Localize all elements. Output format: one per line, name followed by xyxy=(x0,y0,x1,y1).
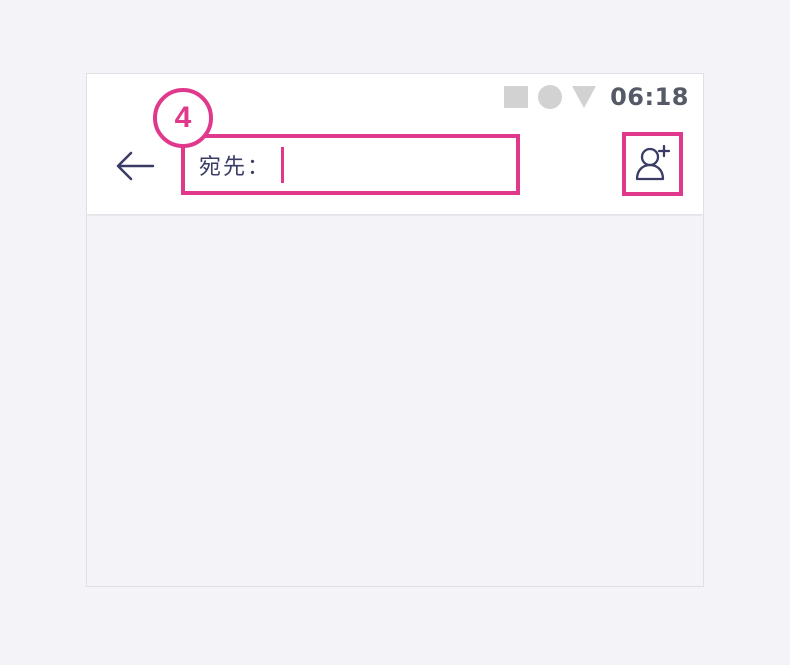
status-time: 06:18 xyxy=(610,83,689,111)
recipient-input[interactable] xyxy=(290,146,491,183)
arrow-left-icon xyxy=(116,151,155,181)
triangle-icon xyxy=(572,86,597,108)
recipient-field[interactable]: 宛先： xyxy=(181,134,520,195)
status-bar: 06:18 xyxy=(504,82,689,112)
circle-icon xyxy=(538,85,563,109)
message-list-area xyxy=(87,216,703,586)
phone-screen: 06:18 宛先： 4 xyxy=(86,73,704,587)
step-number-badge: 4 xyxy=(153,88,213,148)
recipient-label: 宛先： xyxy=(199,154,272,180)
square-icon xyxy=(504,86,529,108)
add-contact-button[interactable] xyxy=(622,132,683,196)
text-caret xyxy=(281,146,285,183)
app-bar: 06:18 宛先： 4 xyxy=(87,74,703,214)
add-person-icon xyxy=(635,144,670,181)
back-button[interactable] xyxy=(113,146,157,186)
